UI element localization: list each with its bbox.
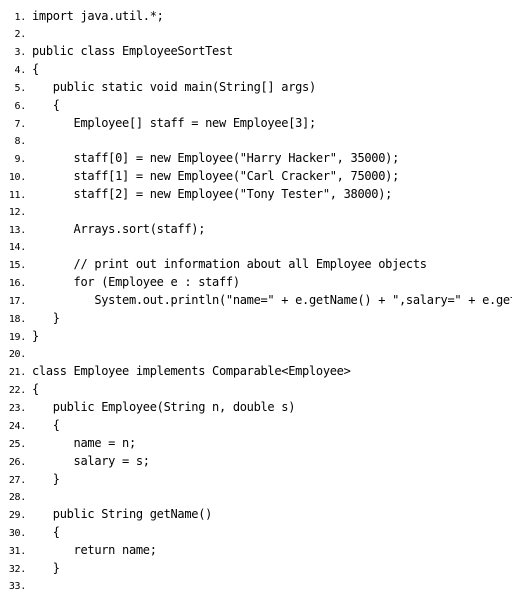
code-line: 31. return name; [4,542,504,560]
code-line: 16. for (Employee e : staff) [4,274,504,292]
line-number: 31. [4,543,32,560]
line-number: 25. [4,436,32,453]
line-number: 17. [4,293,32,310]
line-number: 30. [4,525,32,542]
line-number: 7. [4,116,32,133]
code-line: 9. staff[0] = new Employee("Harry Hacker… [4,150,504,168]
code-line: 27. } [4,471,504,489]
code-text: salary = s; [32,453,150,470]
code-text: Employee[] staff = new Employee[3]; [32,115,316,132]
line-number: 6. [4,98,32,115]
code-line: 26. salary = s; [4,453,504,471]
code-line: 18. } [4,310,504,328]
code-line: 12. [4,204,504,221]
code-text: Arrays.sort(staff); [32,221,205,238]
code-text: // print out information about all Emplo… [32,256,427,273]
code-line: 3.public class EmployeeSortTest [4,43,504,61]
line-number: 8. [4,133,32,150]
code-text: System.out.println("name=" + e.getName()… [32,292,512,309]
line-number: 32. [4,561,32,578]
line-number: 13. [4,222,32,239]
code-line: 14. [4,239,504,256]
code-text: staff[0] = new Employee("Harry Hacker", … [32,150,399,167]
code-text: { [32,97,60,114]
code-line: 1.import java.util.*; [4,8,504,26]
line-number: 18. [4,311,32,328]
code-text: name = n; [32,435,136,452]
code-line: 25. name = n; [4,435,504,453]
line-number: 26. [4,454,32,471]
code-listing: 1.import java.util.*;2.3.public class Em… [0,0,512,603]
line-number: 16. [4,275,32,292]
line-number: 15. [4,257,32,274]
code-text: } [32,310,60,327]
line-number: 22. [4,382,32,399]
code-text: public String getName() [32,506,212,523]
code-line: 13. Arrays.sort(staff); [4,221,504,239]
line-number: 5. [4,80,32,97]
code-text: return name; [32,542,157,559]
code-line: 15. // print out information about all E… [4,256,504,274]
code-line: 21.class Employee implements Comparable<… [4,363,504,381]
code-text: class Employee implements Comparable<Emp… [32,363,351,380]
line-number: 28. [4,489,32,506]
code-text: { [32,381,39,398]
code-text: public Employee(String n, double s) [32,399,295,416]
code-text: { [32,61,39,78]
code-line: 11. staff[2] = new Employee("Tony Tester… [4,186,504,204]
code-line: 22.{ [4,381,504,399]
line-number: 10. [4,169,32,186]
code-line: 20. [4,346,504,363]
code-line: 30. { [4,524,504,542]
code-line: 17. System.out.println("name=" + e.getNa… [4,292,504,310]
code-text: for (Employee e : staff) [32,274,240,291]
code-text: { [32,524,60,541]
code-line: 23. public Employee(String n, double s) [4,399,504,417]
line-number: 14. [4,239,32,256]
code-line: 24. { [4,417,504,435]
code-line: 2. [4,26,504,43]
line-number: 1. [4,9,32,26]
line-number: 9. [4,151,32,168]
code-line: 7. Employee[] staff = new Employee[3]; [4,115,504,133]
code-line: 8. [4,133,504,150]
line-number: 23. [4,400,32,417]
code-text: } [32,471,60,488]
code-line: 29. public String getName() [4,506,504,524]
line-number: 12. [4,204,32,221]
code-text: public class EmployeeSortTest [32,43,233,60]
line-number: 2. [4,26,32,43]
code-line: 19.} [4,328,504,346]
line-number: 3. [4,44,32,61]
code-line: 5. public static void main(String[] args… [4,79,504,97]
line-number: 24. [4,418,32,435]
code-line: 6. { [4,97,504,115]
code-line: 33. [4,578,504,595]
code-line: 28. [4,489,504,506]
code-text: staff[1] = new Employee("Carl Cracker", … [32,168,399,185]
code-text: } [32,560,60,577]
line-number: 29. [4,507,32,524]
code-text: public static void main(String[] args) [32,79,316,96]
line-number: 27. [4,472,32,489]
code-text: } [32,328,39,345]
code-line: 10. staff[1] = new Employee("Carl Cracke… [4,168,504,186]
line-number: 20. [4,346,32,363]
code-line: 4.{ [4,61,504,79]
code-text: import java.util.*; [32,8,164,25]
code-text: staff[2] = new Employee("Tony Tester", 3… [32,186,392,203]
line-number: 4. [4,62,32,79]
line-number: 33. [4,578,32,595]
line-number: 21. [4,364,32,381]
code-line: 32. } [4,560,504,578]
line-number: 11. [4,187,32,204]
code-text: { [32,417,60,434]
line-number: 19. [4,329,32,346]
